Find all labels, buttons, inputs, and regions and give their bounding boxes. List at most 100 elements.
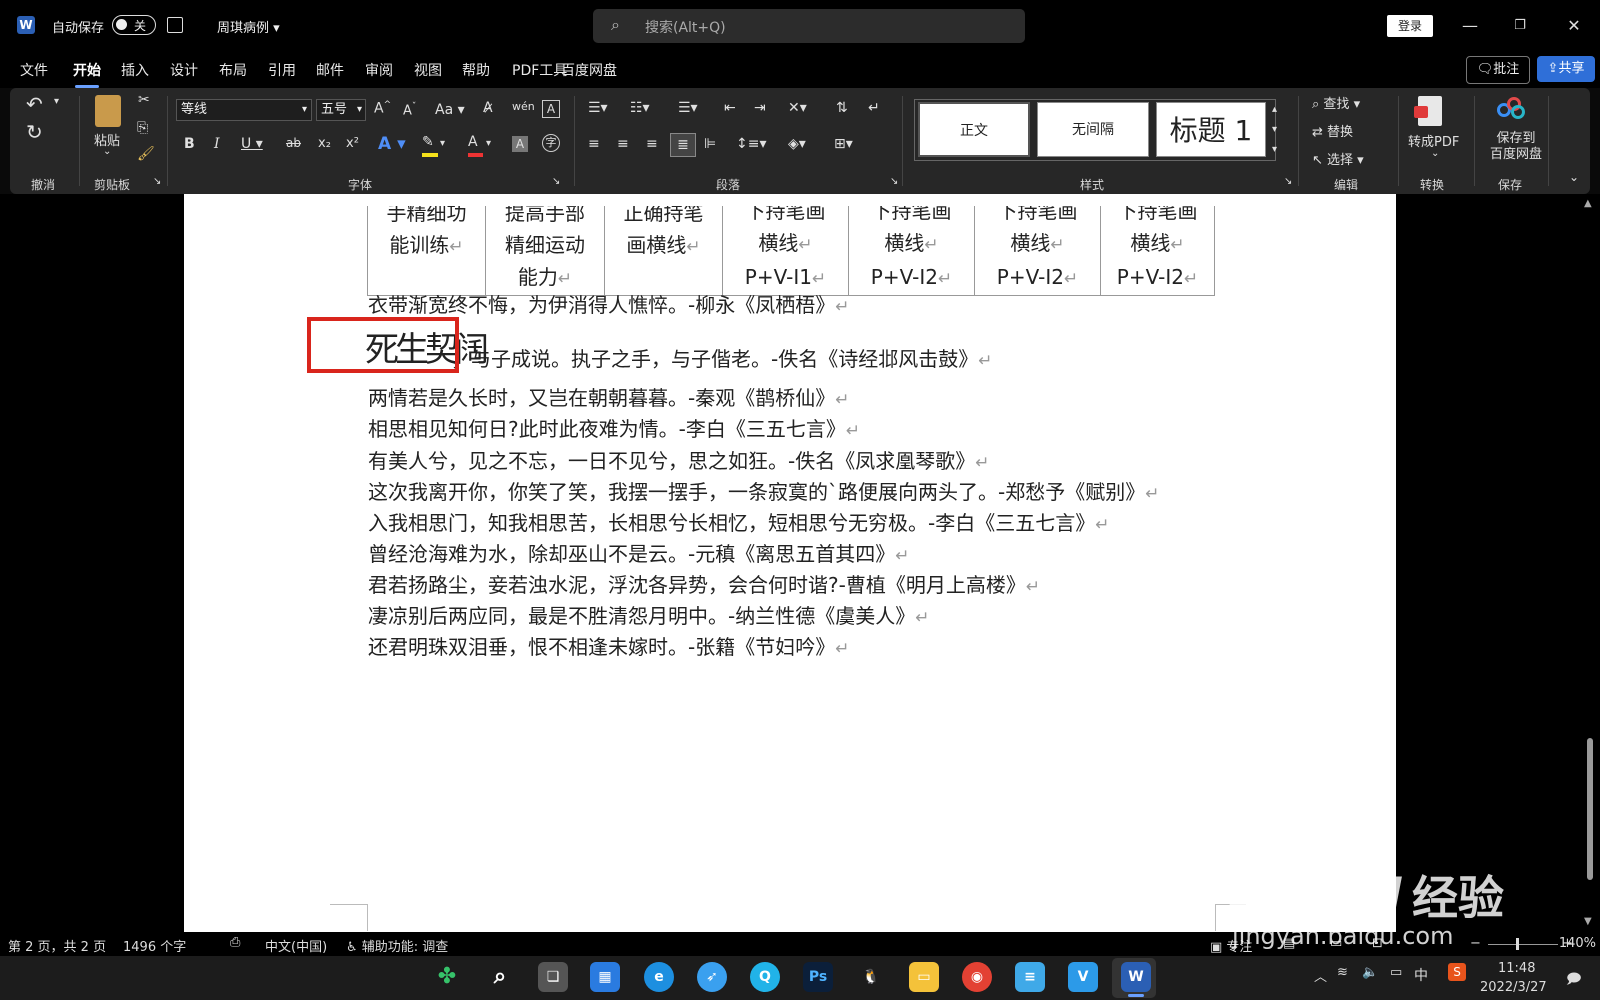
- style-normal[interactable]: 正文: [918, 102, 1030, 157]
- shading-icon[interactable]: ◈▾: [788, 136, 806, 152]
- tab-home[interactable]: 开始: [73, 60, 101, 88]
- redo-icon[interactable]: ↻: [26, 120, 43, 144]
- subscript-icon[interactable]: x₂: [318, 136, 331, 151]
- browser-icon[interactable]: e: [644, 962, 674, 992]
- poem-line[interactable]: 还君明珠双泪垂，恨不相逢未嫁时。-张籍《节妇吟》↵: [368, 631, 849, 660]
- poem-line[interactable]: 这次我离开你，你笑了笑，我摆一摆手，一条寂寞的`路便展向两头了。-郑愁予《赋别》…: [368, 476, 1159, 505]
- character-shading-icon[interactable]: A: [512, 136, 528, 152]
- text-effects-icon[interactable]: A ▾: [378, 134, 406, 154]
- sogou-ime-icon[interactable]: S: [1448, 963, 1466, 981]
- word-taskbar-icon[interactable]: W: [1121, 962, 1151, 992]
- font-color-dropdown-icon[interactable]: ▾: [486, 138, 491, 149]
- document-name[interactable]: 周琪病例 ▾: [217, 17, 280, 36]
- volume-icon[interactable]: 🔈: [1362, 965, 1378, 980]
- widgets-icon[interactable]: ▦: [590, 962, 620, 992]
- find-button[interactable]: ⌕ 查找 ▾: [1312, 93, 1360, 112]
- tab-draw[interactable]: 设计: [170, 60, 198, 80]
- tab-insert[interactable]: 插入: [121, 60, 149, 80]
- underline-icon[interactable]: U ▾: [241, 136, 263, 152]
- font-color-icon[interactable]: A: [468, 134, 483, 157]
- zoom-level[interactable]: 140%: [1540, 936, 1596, 951]
- table-cell[interactable]: 下持笔画 横线↵ P+V-I2↵: [848, 194, 975, 296]
- align-right-icon[interactable]: ≡: [646, 136, 658, 152]
- undo-dropdown-icon[interactable]: ▾: [54, 96, 59, 107]
- convert-dropdown-icon[interactable]: ⌄: [1431, 148, 1439, 159]
- qq-icon[interactable]: 🐧: [856, 962, 886, 992]
- poem-line[interactable]: 两情若是久长时，又岂在朝朝暮暮。-秦观《鹊桥仙》↵: [368, 382, 849, 411]
- style-heading-1[interactable]: 标题 1: [1156, 102, 1266, 157]
- paragraph-launcher-icon[interactable]: ↘: [890, 176, 898, 187]
- chinese-layout-icon[interactable]: ✕▾: [788, 100, 807, 116]
- tab-file[interactable]: 文件: [20, 60, 48, 80]
- scroll-down-icon[interactable]: ▼: [1584, 916, 1592, 927]
- select-button[interactable]: ↖ 选择 ▾: [1312, 149, 1364, 168]
- scrollbar-thumb[interactable]: [1587, 738, 1593, 880]
- tab-mailings[interactable]: 审阅: [365, 60, 393, 80]
- ime-indicator[interactable]: 中: [1414, 965, 1428, 985]
- document-table[interactable]: 手精细功 能训练↵ 提高手部 精细运动 能力↵ 正确持笔 画横线↵ 下持笔画 横线↵ P+V…: [367, 194, 1215, 296]
- increase-indent-icon[interactable]: ⇥: [754, 100, 766, 116]
- close-icon[interactable]: ✕: [1560, 12, 1588, 40]
- qq-browser-icon[interactable]: Q: [750, 962, 780, 992]
- strikethrough-icon[interactable]: ab: [286, 136, 301, 150]
- table-cell[interactable]: 提高手部 精细运动 能力↵: [485, 194, 605, 296]
- align-left-icon[interactable]: ≡: [588, 136, 600, 152]
- character-border-icon[interactable]: A: [542, 100, 560, 118]
- save-baidu-label[interactable]: 保存到 百度网盘: [1490, 131, 1542, 163]
- tab-pdf-tools[interactable]: 百度网盘: [561, 60, 617, 80]
- photoshop-icon[interactable]: Ps: [803, 962, 833, 992]
- scroll-up-icon[interactable]: ▲: [1584, 198, 1592, 209]
- pdf-icon[interactable]: [1414, 96, 1442, 126]
- borders-icon[interactable]: ⊞▾: [834, 136, 853, 152]
- grow-font-icon[interactable]: A^: [374, 100, 391, 117]
- table-cell[interactable]: 下持笔画 横线↵ P+V-I2↵: [974, 194, 1101, 296]
- change-case-icon[interactable]: Aa ▾: [435, 102, 465, 118]
- battery-icon[interactable]: ▭: [1390, 965, 1402, 980]
- word-count[interactable]: 1496 个字: [123, 936, 186, 955]
- restore-icon[interactable]: ❐: [1506, 12, 1534, 40]
- italic-icon[interactable]: I: [214, 136, 220, 152]
- task-view-icon[interactable]: ❏: [538, 962, 568, 992]
- zoom-out-button[interactable]: −: [1470, 936, 1481, 951]
- format-painter-icon[interactable]: 🖌: [137, 146, 155, 162]
- poem-line[interactable]: 有美人兮，见之不忘，一日不见兮，思之如狂。-佚名《凤求凰琴歌》↵: [368, 445, 989, 474]
- chrome-icon[interactable]: ◉: [962, 962, 992, 992]
- baidu-netdisk-icon[interactable]: [1497, 97, 1525, 121]
- tab-help[interactable]: PDF工具: [512, 60, 567, 80]
- show-marks-icon[interactable]: ↵: [868, 100, 880, 116]
- poem-line[interactable]: 曾经沧海难为水，除却巫山不是云。-元稹《离思五首其四》↵: [368, 538, 909, 567]
- clock-time[interactable]: 11:48: [1498, 961, 1535, 976]
- zoom-slider-thumb[interactable]: [1516, 938, 1519, 950]
- highlight-icon[interactable]: ✎: [422, 134, 438, 157]
- cut-icon[interactable]: ✂: [138, 92, 150, 108]
- line-spacing-icon[interactable]: ↕≡▾: [736, 136, 767, 152]
- clipboard-launcher-icon[interactable]: ↘: [153, 176, 161, 187]
- styles-scroll-icons[interactable]: ▴ ▾ ▾: [1272, 100, 1277, 160]
- decrease-indent-icon[interactable]: ⇤: [724, 100, 736, 116]
- poem-line[interactable]: ，与子成说。执子之手，与子偕老。-佚名《诗经邶风击鼓》↵: [451, 343, 992, 372]
- login-button[interactable]: 登录: [1387, 15, 1433, 37]
- visio-icon[interactable]: V: [1068, 962, 1098, 992]
- highlight-dropdown-icon[interactable]: ▾: [440, 138, 445, 149]
- autosave-toggle[interactable]: 关: [112, 15, 156, 35]
- wifi-icon[interactable]: ≋: [1337, 965, 1348, 980]
- tab-view[interactable]: 帮助: [462, 60, 490, 80]
- collapse-ribbon-icon[interactable]: ⌄: [1569, 170, 1579, 184]
- justify-icon[interactable]: ≣: [670, 133, 696, 157]
- save-icon[interactable]: [167, 17, 183, 33]
- comment-button[interactable]: 🗨批注: [1466, 56, 1530, 84]
- replace-button[interactable]: ⇄ 替换: [1312, 121, 1353, 140]
- tab-references[interactable]: 邮件: [316, 60, 344, 80]
- tab-layout[interactable]: 引用: [268, 60, 296, 80]
- poem-line[interactable]: 凄凉别后两应同，最是不胜清怨月明中。-纳兰性德《虞美人》↵: [368, 600, 929, 629]
- minimize-icon[interactable]: —: [1456, 12, 1484, 40]
- sort-icon[interactable]: ⇅: [836, 100, 848, 116]
- numbering-icon[interactable]: ☷▾: [630, 100, 650, 116]
- tab-design[interactable]: 布局: [219, 60, 247, 80]
- styles-launcher-icon[interactable]: ↘: [1284, 176, 1292, 187]
- accessibility-status[interactable]: ♿ 辅助功能: 调查: [346, 936, 448, 955]
- poem-line[interactable]: 衣带渐宽终不悔，为伊消得人憔悴。-柳永《凤栖梧》↵: [368, 289, 849, 318]
- table-cell[interactable]: 正确持笔 画横线↵: [604, 194, 723, 296]
- phonetic-guide-icon[interactable]: wén: [512, 100, 535, 113]
- paste-icon[interactable]: [95, 95, 121, 127]
